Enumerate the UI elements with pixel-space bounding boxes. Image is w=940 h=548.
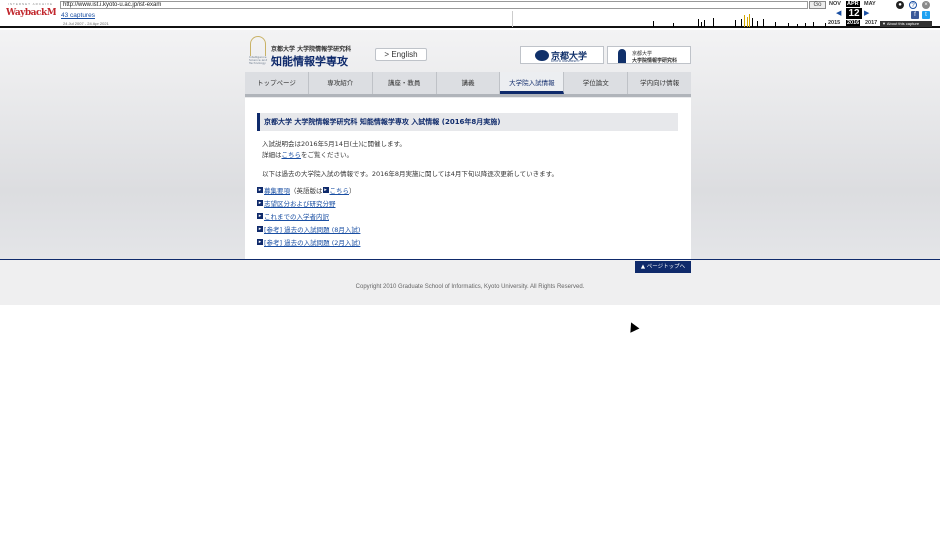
arrow-box-icon: ▸ [257,187,263,193]
guidelines-link[interactable]: 募集要項 [264,185,290,195]
english-version-prefix: （英語版は [290,187,323,195]
gsi-banner[interactable]: 京都大学 大学院情報学研究科 [607,46,691,64]
details-prefix: 詳細は [262,151,282,159]
page-top-button[interactable]: ▲ ページトップへ [635,261,691,273]
tab-about[interactable]: 専攻紹介 [309,72,373,94]
wayback-next-arrow-icon[interactable]: ▶ [864,9,869,17]
sparkline-bar [805,23,806,27]
help-icon[interactable]: ? [909,1,917,9]
page-title: 京都大学 大学院情報学研究科 知能情報学専攻 入試情報 (2016年8月実施) [257,113,678,131]
tab-internal[interactable]: 学内向け情報 [628,72,691,94]
sparkline-bar [797,24,798,27]
arrow-box-icon: ▸ [257,213,263,219]
logo-caption: Intelligence Science and Technology [249,55,268,65]
english-version-link[interactable]: こちら [330,185,350,195]
kyoto-university-banner[interactable]: 京都大学 KYOTO UNIVERSITY [520,46,604,64]
list-item: ▸ 募集要項 （英語版は ▸ こちら ） [257,185,356,195]
tab-admissions[interactable]: 大学院入試情報 [500,72,565,94]
wayback-toolbar: INTERNET ARCHIVE WaybackMachine http://w… [0,0,940,28]
person-icon [618,49,626,63]
copyright-text: Copyright 2010 Graduate School of Inform… [355,284,585,290]
wayback-brand-top: INTERNET ARCHIVE [8,2,53,6]
tab-theses[interactable]: 学位論文 [564,72,629,94]
wayback-year-next[interactable]: 2017 [865,20,877,26]
details-link[interactable]: こちら [282,151,302,159]
account-icon[interactable]: ● [896,1,904,9]
sparkline-bar [788,23,789,27]
details-text: 詳細はこちらをご覧ください。 [262,149,353,159]
list-item: ▸ 志望区分および研究分野 [257,198,336,208]
sparkline-bar [825,23,826,27]
wayback-date-range: 24 Jul 2007 - 24 Apr 2021 [63,21,109,26]
wayback-logo[interactable]: WaybackMachine [6,8,56,19]
list-item: ▸ [参考] 過去の入試問題 (8月入試) [257,224,360,234]
sparkline-bar [747,17,748,27]
enrollment-breakdown-link[interactable]: これまでの入学者内訳 [264,211,329,221]
wayback-about-capture[interactable]: ▼ About this capture [880,21,932,27]
sparkline-bar [735,20,736,27]
mortarboard-icon: Intelligence Science and Technology [248,34,268,65]
main-nav: トップページ 専攻紹介 講座・教員 講義 大学院入試情報 学位論文 学内向け情報 [245,72,691,97]
mouse-cursor-icon [626,320,640,333]
wayback-year-prev[interactable]: 2015 [828,20,840,26]
sparkline-bar [775,22,776,27]
arrow-box-icon: ▸ [257,226,263,232]
university-label: 京都大学 大学院情報学研究科 [271,46,352,53]
sparkline-bar [757,21,758,27]
sparkline-bar [701,22,702,27]
past-exams-aug-link[interactable]: [参考] 過去の入試問題 (8月入試) [264,224,360,234]
sparkline-bar [704,20,705,27]
past-info-text: 以下は過去の大学院入試の情報です。2016年8月実施に関しては4月下旬以降逐次更… [262,170,558,178]
wayback-day: 12 [846,8,862,19]
english-version-suffix: ） [349,187,356,195]
wayback-captures-link[interactable]: 43 captures [61,12,95,19]
sparkline-bar [698,19,699,27]
research-areas-link[interactable]: 志望区分および研究分野 [264,198,336,208]
wayback-sparkline[interactable] [512,11,828,27]
page-top-label: ページトップへ [646,264,686,270]
details-suffix: をご覧ください。 [301,151,353,159]
wayback-month-next[interactable]: MAY [864,1,876,7]
facebook-icon[interactable]: f [911,11,919,19]
arrow-box-icon: ▸ [257,200,263,206]
wayback-prev-arrow-icon[interactable]: ◀ [836,9,841,17]
sparkline-bar [749,14,750,27]
sparkline-bar [713,18,714,27]
sparkline-bar [653,21,654,27]
sparkline-bar [744,15,745,27]
gsi-banner-line2: 大学院情報学研究科 [632,58,678,64]
sparkline-bar [752,18,753,27]
tab-lectures[interactable]: 講義 [437,72,501,94]
department-title: 知能情報学専攻 [271,55,348,68]
tab-top[interactable]: トップページ [245,72,309,94]
site-logo[interactable]: Intelligence Science and Technology 京都大学… [248,34,373,68]
tab-faculty[interactable]: 講座・教員 [373,72,437,94]
wayback-month-prev[interactable]: NOV [829,1,841,7]
twitter-icon[interactable]: t [922,11,930,19]
arrow-box-icon: ▸ [322,187,329,193]
arrow-box-icon: ▸ [257,239,263,245]
list-item: ▸ これまでの入学者内訳 [257,211,329,221]
past-exams-feb-link[interactable]: [参考] 過去の入試問題 (2月入試) [264,237,360,247]
footer-band [0,260,940,305]
info-session-text: 入試説明会は2016年5月14日(土)に開催します。 [262,140,406,148]
kyoto-emblem-icon [535,50,549,61]
list-item: ▸ [参考] 過去の入試問題 (2月入試) [257,237,360,247]
sparkline-bar [813,22,814,27]
main-content: 京都大学 大学院情報学研究科 知能情報学専攻 入試情報 (2016年8月実施) … [245,98,691,259]
wayback-month-current: APR [846,1,860,7]
gsi-banner-line1: 京都大学 [632,51,653,57]
wayback-url-input[interactable]: http://www.ist.i.kyoto-u.ac.jp/ist-exam [60,1,808,9]
sparkline-bar [763,19,764,27]
sparkline-bar [741,19,742,27]
wayback-go-button[interactable]: Go [809,1,826,9]
wayback-year-current: 2016 [846,20,861,26]
close-icon[interactable]: × [922,1,930,9]
english-button[interactable]: > English [375,48,427,61]
sparkline-bar [673,23,674,27]
kyoto-banner-sub: KYOTO UNIVERSITY [551,59,580,63]
